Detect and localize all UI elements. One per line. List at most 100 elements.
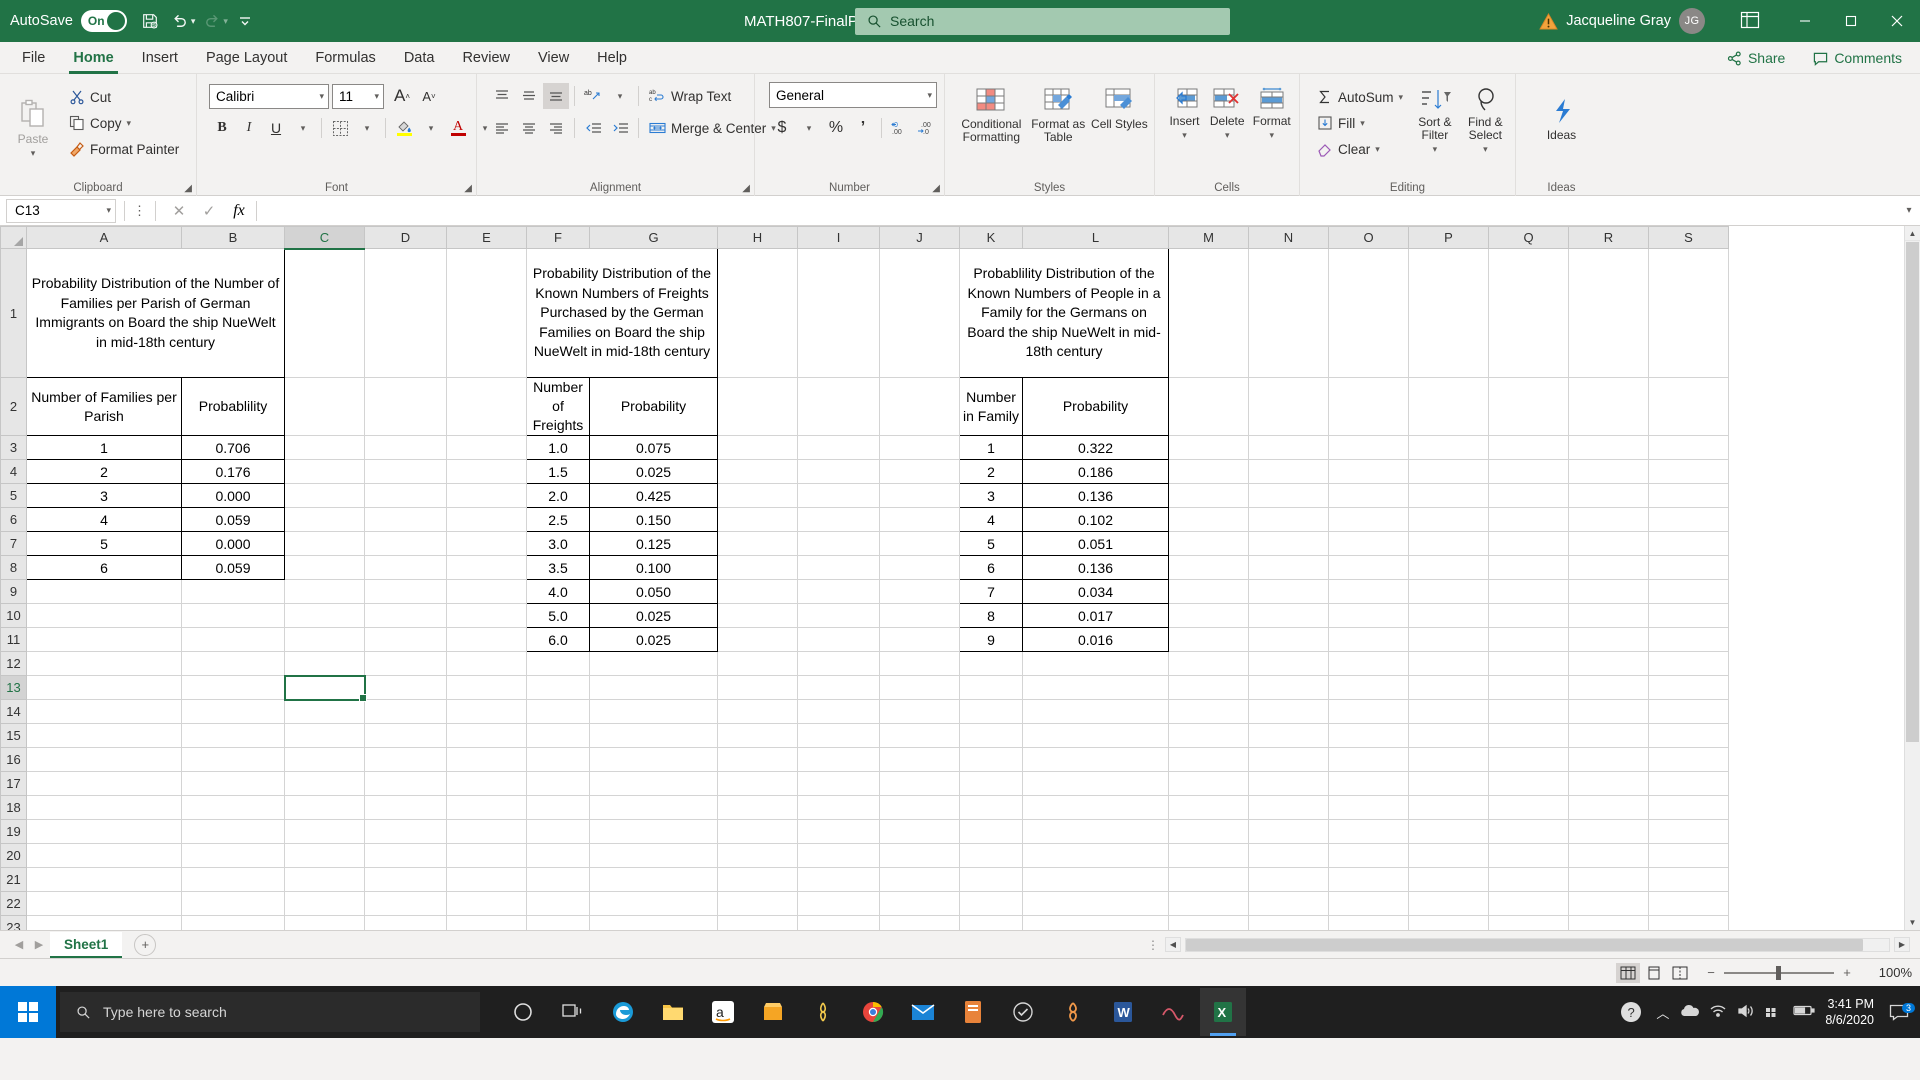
- cell-L13[interactable]: [1022, 675, 1169, 700]
- row-header-14[interactable]: 14: [0, 699, 27, 724]
- cell-R11[interactable]: [1568, 627, 1649, 652]
- tab-file[interactable]: File: [8, 43, 59, 73]
- cell-K23[interactable]: [959, 915, 1023, 930]
- table-cell-people-in-family-r1-c0[interactable]: 2: [959, 459, 1023, 484]
- cell-G17[interactable]: [589, 771, 718, 796]
- cell-Q2[interactable]: [1488, 377, 1569, 436]
- cell-R17[interactable]: [1568, 771, 1649, 796]
- cell-P10[interactable]: [1408, 603, 1489, 628]
- column-header-j[interactable]: J: [879, 226, 960, 249]
- column-header-i[interactable]: I: [797, 226, 880, 249]
- row-header-2[interactable]: 2: [0, 377, 27, 436]
- cell-E15[interactable]: [446, 723, 527, 748]
- cell-M4[interactable]: [1168, 459, 1249, 484]
- cell-H16[interactable]: [717, 747, 798, 772]
- cell-L22[interactable]: [1022, 891, 1169, 916]
- cell-H2[interactable]: [717, 377, 798, 436]
- cell-O10[interactable]: [1328, 603, 1409, 628]
- cell-R15[interactable]: [1568, 723, 1649, 748]
- cell-M12[interactable]: [1168, 651, 1249, 676]
- align-top-button[interactable]: [489, 83, 515, 109]
- table-cell-people-in-family-r3-c1[interactable]: 0.102: [1022, 507, 1169, 532]
- table-header-families-per-parish-0[interactable]: Number of Families per Parish: [26, 377, 182, 436]
- table-cell-freights-purchased-r2-c0[interactable]: 2.0: [526, 483, 590, 508]
- horizontal-scroll-thumb[interactable]: [1186, 938, 1863, 951]
- cell-R10[interactable]: [1568, 603, 1649, 628]
- align-middle-button[interactable]: [516, 83, 542, 109]
- share-button[interactable]: Share: [1719, 47, 1793, 69]
- cell-M20[interactable]: [1168, 843, 1249, 868]
- find-select-caret[interactable]: ▾: [1483, 144, 1488, 155]
- cell-C5[interactable]: [284, 483, 365, 508]
- sheet-tab-sheet1[interactable]: Sheet1: [50, 931, 123, 958]
- cell-A23[interactable]: [26, 915, 182, 930]
- font-size-combo[interactable]: 11 ▾: [332, 83, 384, 109]
- cell-S18[interactable]: [1648, 795, 1729, 820]
- ribbon-display-options-icon[interactable]: [1740, 11, 1760, 32]
- paste-button[interactable]: Paste ▾: [6, 94, 60, 159]
- cell-N8[interactable]: [1248, 555, 1329, 580]
- cell-M14[interactable]: [1168, 699, 1249, 724]
- cell-M6[interactable]: [1168, 507, 1249, 532]
- wrap-text-button[interactable]: ab c Wrap Text: [644, 83, 736, 109]
- cell-O20[interactable]: [1328, 843, 1409, 868]
- cell-C16[interactable]: [284, 747, 365, 772]
- restore-button[interactable]: [1828, 0, 1874, 42]
- cell-A16[interactable]: [26, 747, 182, 772]
- table-cell-people-in-family-r8-c1[interactable]: 0.016: [1022, 627, 1169, 652]
- cell-D19[interactable]: [364, 819, 447, 844]
- cell-S23[interactable]: [1648, 915, 1729, 930]
- cell-P5[interactable]: [1408, 483, 1489, 508]
- cell-O6[interactable]: [1328, 507, 1409, 532]
- cell-D6[interactable]: [364, 507, 447, 532]
- cell-K20[interactable]: [959, 843, 1023, 868]
- cell-H22[interactable]: [717, 891, 798, 916]
- save-icon[interactable]: [135, 6, 165, 36]
- notification-center-button[interactable]: 3: [1884, 1003, 1915, 1021]
- cell-J22[interactable]: [879, 891, 960, 916]
- cell-N1[interactable]: [1248, 248, 1329, 378]
- cell-S6[interactable]: [1648, 507, 1729, 532]
- tab-data[interactable]: Data: [390, 43, 449, 73]
- table-cell-freights-purchased-r7-c0[interactable]: 5.0: [526, 603, 590, 628]
- cell-F12[interactable]: [526, 651, 590, 676]
- cell-J17[interactable]: [879, 771, 960, 796]
- table-cell-freights-purchased-r3-c1[interactable]: 0.150: [589, 507, 718, 532]
- italic-button[interactable]: I: [236, 115, 262, 141]
- column-header-m[interactable]: M: [1168, 226, 1249, 249]
- cell-E5[interactable]: [446, 483, 527, 508]
- cell-A22[interactable]: [26, 891, 182, 916]
- cell-C23[interactable]: [284, 915, 365, 930]
- table-cell-freights-purchased-r3-c0[interactable]: 2.5: [526, 507, 590, 532]
- cell-M7[interactable]: [1168, 531, 1249, 556]
- cell-P17[interactable]: [1408, 771, 1489, 796]
- table-cell-freights-purchased-r6-c0[interactable]: 4.0: [526, 579, 590, 604]
- redo-dropdown-caret[interactable]: ▾: [223, 16, 228, 27]
- table-cell-families-per-parish-r1-c0[interactable]: 2: [26, 459, 182, 484]
- cell-Q23[interactable]: [1488, 915, 1569, 930]
- cell-O17[interactable]: [1328, 771, 1409, 796]
- cell-B18[interactable]: [181, 795, 285, 820]
- ideas-button[interactable]: Ideas: [1531, 92, 1593, 142]
- cell-R8[interactable]: [1568, 555, 1649, 580]
- table-cell-people-in-family-r3-c0[interactable]: 4: [959, 507, 1023, 532]
- cell-Q16[interactable]: [1488, 747, 1569, 772]
- cell-H17[interactable]: [717, 771, 798, 796]
- cell-C17[interactable]: [284, 771, 365, 796]
- cell-B17[interactable]: [181, 771, 285, 796]
- cell-C8[interactable]: [284, 555, 365, 580]
- row-header-5[interactable]: 5: [0, 483, 27, 508]
- format-as-table-button[interactable]: Format as Table: [1028, 82, 1089, 144]
- cell-D18[interactable]: [364, 795, 447, 820]
- cell-J3[interactable]: [879, 435, 960, 460]
- cell-K17[interactable]: [959, 771, 1023, 796]
- cell-Q7[interactable]: [1488, 531, 1569, 556]
- cell-K12[interactable]: [959, 651, 1023, 676]
- cell-S7[interactable]: [1648, 531, 1729, 556]
- cell-B20[interactable]: [181, 843, 285, 868]
- percent-button[interactable]: %: [823, 115, 849, 141]
- cell-O7[interactable]: [1328, 531, 1409, 556]
- undo-dropdown-caret[interactable]: ▾: [191, 16, 196, 27]
- cell-E14[interactable]: [446, 699, 527, 724]
- cell-P18[interactable]: [1408, 795, 1489, 820]
